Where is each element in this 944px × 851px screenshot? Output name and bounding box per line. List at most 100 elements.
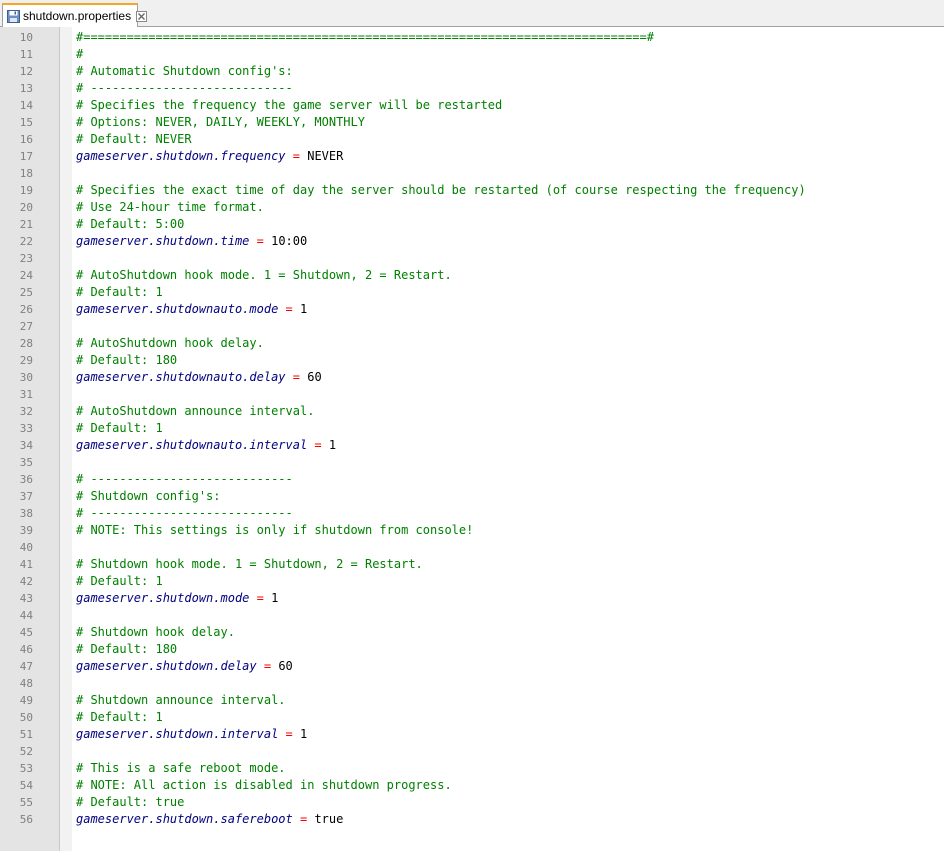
line-number: 42: [19, 575, 33, 588]
code-line[interactable]: 11 #: [0, 46, 944, 63]
comment-text: # Use 24-hour time format.: [76, 200, 264, 214]
tab-label: shutdown.properties: [23, 9, 132, 23]
code-line[interactable]: 37 # Shutdown config's:: [0, 488, 944, 505]
code-line[interactable]: 50 # Default: 1: [0, 709, 944, 726]
line-number: 18: [19, 167, 33, 180]
line-number: 40: [19, 541, 33, 554]
line-number: 50: [19, 711, 33, 724]
code-line[interactable]: 14 # Specifies the frequency the game ser…: [0, 97, 944, 114]
close-icon[interactable]: [136, 10, 148, 22]
property-value: NEVER: [307, 149, 344, 163]
comment-text: # NOTE: This settings is only if shutdow…: [76, 523, 474, 537]
code-line[interactable]: 41 # Shutdown hook mode. 1 = Shutdown, 2 …: [0, 556, 944, 573]
property-key: gameserver.shutdown.time: [76, 234, 250, 248]
code-line[interactable]: 20 # Use 24-hour time format.: [0, 199, 944, 216]
line-number: 27: [19, 320, 33, 333]
code-line[interactable]: 48: [0, 675, 944, 692]
line-content: gameserver.shutdown.mode = 1: [76, 590, 278, 607]
code-line[interactable]: 38 # ----------------------------: [0, 505, 944, 522]
code-line[interactable]: 45 # Shutdown hook delay.: [0, 624, 944, 641]
code-line[interactable]: 22 gameserver.shutdown.time = 10:00: [0, 233, 944, 250]
property-value: 10:00: [271, 234, 308, 248]
comment-text: # Shutdown config's:: [76, 489, 221, 503]
comment-text: # This is a safe reboot mode.: [76, 761, 286, 775]
code-line[interactable]: 35: [0, 454, 944, 471]
code-line[interactable]: 23: [0, 250, 944, 267]
comment-text: # Shutdown hook mode. 1 = Shutdown, 2 = …: [76, 557, 423, 571]
code-line[interactable]: 12 # Automatic Shutdown config's:: [0, 63, 944, 80]
code-line[interactable]: 40: [0, 539, 944, 556]
comment-text: # ----------------------------: [76, 472, 293, 486]
code-line[interactable]: 56 gameserver.shutdown.safereboot = true: [0, 811, 944, 828]
code-line[interactable]: 52: [0, 743, 944, 760]
code-line[interactable]: 17 gameserver.shutdown.frequency = NEVER: [0, 148, 944, 165]
code-line[interactable]: 46 # Default: 180: [0, 641, 944, 658]
line-number: 31: [19, 388, 33, 401]
line-content: #=======================================…: [76, 29, 654, 46]
line-number: 15: [19, 116, 33, 129]
line-number: 53: [19, 762, 33, 775]
line-number: 10: [19, 31, 33, 44]
tab-shutdown-properties[interactable]: shutdown.properties: [2, 3, 148, 27]
line-content: # Shutdown config's:: [76, 488, 221, 505]
code-line[interactable]: 39 # NOTE: This settings is only if shutd…: [0, 522, 944, 539]
code-line[interactable]: 24 # AutoShutdown hook mode. 1 = Shutdown…: [0, 267, 944, 284]
code-line[interactable]: 31: [0, 386, 944, 403]
code-line[interactable]: 47 gameserver.shutdown.delay = 60: [0, 658, 944, 675]
line-number: 54: [19, 779, 33, 792]
code-line[interactable]: 55 # Default: true: [0, 794, 944, 811]
code-line[interactable]: 26 gameserver.shutdownauto.mode = 1: [0, 301, 944, 318]
line-content: gameserver.shutdownauto.interval = 1: [76, 437, 336, 454]
code-line[interactable]: 25 # Default: 1: [0, 284, 944, 301]
code-line[interactable]: 27: [0, 318, 944, 335]
property-key: gameserver.shutdown.frequency: [76, 149, 286, 163]
line-content: # AutoShutdown hook delay.: [76, 335, 264, 352]
code-line[interactable]: 13 # ----------------------------: [0, 80, 944, 97]
line-content: # ----------------------------: [76, 80, 293, 97]
line-number: 34: [19, 439, 33, 452]
code-line[interactable]: 44: [0, 607, 944, 624]
code-line[interactable]: 18: [0, 165, 944, 182]
property-key: gameserver.shutdownauto.mode: [76, 302, 279, 316]
code-line[interactable]: 15 # Options: NEVER, DAILY, WEEKLY, MONTH…: [0, 114, 944, 131]
comment-text: # Shutdown announce interval.: [76, 693, 286, 707]
line-number: 11: [19, 48, 33, 61]
code-line[interactable]: 32 # AutoShutdown announce interval.: [0, 403, 944, 420]
code-line[interactable]: 51 gameserver.shutdown.interval = 1: [0, 726, 944, 743]
line-content: # Shutdown announce interval.: [76, 692, 286, 709]
line-number: 28: [19, 337, 33, 350]
code-line[interactable]: 36 # ----------------------------: [0, 471, 944, 488]
property-key: gameserver.shutdown.interval: [76, 727, 279, 741]
line-number: 21: [19, 218, 33, 231]
comment-text: # Automatic Shutdown config's:: [76, 64, 293, 78]
assignment-operator: =: [292, 370, 300, 384]
line-content: # ----------------------------: [76, 471, 293, 488]
code-line[interactable]: 49 # Shutdown announce interval.: [0, 692, 944, 709]
code-line[interactable]: 30 gameserver.shutdownauto.delay = 60: [0, 369, 944, 386]
comment-text: # Default: NEVER: [76, 132, 192, 146]
code-line[interactable]: 34 gameserver.shutdownauto.interval = 1: [0, 437, 944, 454]
code-line[interactable]: 53 # This is a safe reboot mode.: [0, 760, 944, 777]
line-content: gameserver.shutdown.frequency = NEVER: [76, 148, 343, 165]
line-content: gameserver.shutdown.delay = 60: [76, 658, 293, 675]
code-line[interactable]: 33 # Default: 1: [0, 420, 944, 437]
code-line[interactable]: 29 # Default: 180: [0, 352, 944, 369]
code-line[interactable]: 54 # NOTE: All action is disabled in shut…: [0, 777, 944, 794]
line-number: 52: [19, 745, 33, 758]
code-line[interactable]: 28 # AutoShutdown hook delay.: [0, 335, 944, 352]
text-editor[interactable]: 10 #=====================================…: [0, 27, 944, 851]
code-line[interactable]: 19 # Specifies the exact time of day the …: [0, 182, 944, 199]
code-line[interactable]: 43 gameserver.shutdown.mode = 1: [0, 590, 944, 607]
property-value: 60: [307, 370, 322, 384]
code-line[interactable]: 21 # Default: 5:00: [0, 216, 944, 233]
line-content: # Default: 180: [76, 641, 177, 658]
code-line[interactable]: 16 # Default: NEVER: [0, 131, 944, 148]
line-number: 45: [19, 626, 33, 639]
line-number: 55: [19, 796, 33, 809]
line-number: 56: [19, 813, 33, 826]
line-content: # Specifies the frequency the game serve…: [76, 97, 502, 114]
line-number: 33: [19, 422, 33, 435]
assignment-operator: =: [314, 438, 322, 452]
code-line[interactable]: 10 #=====================================…: [0, 29, 944, 46]
code-line[interactable]: 42 # Default: 1: [0, 573, 944, 590]
